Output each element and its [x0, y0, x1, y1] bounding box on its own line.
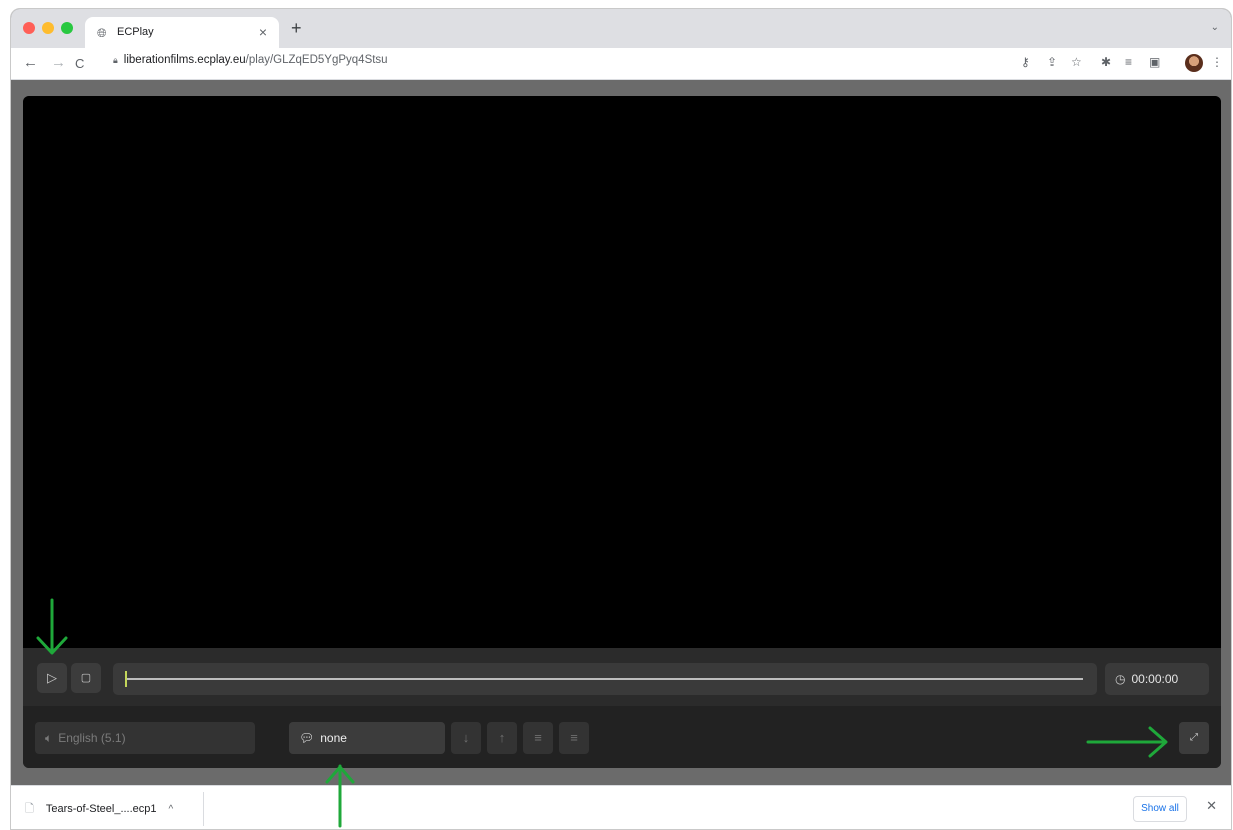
- subtitle-raise-button[interactable]: ≡: [559, 722, 589, 754]
- playback-controls: ▷ ▢ ◷ 00:00:00: [23, 648, 1221, 706]
- stop-button[interactable]: ▢: [71, 663, 101, 693]
- stop-icon: ▢: [80, 672, 92, 684]
- close-window-button[interactable]: [23, 22, 35, 34]
- progress-bar[interactable]: [113, 663, 1097, 695]
- reading-list-icon[interactable]: ≡: [1125, 55, 1132, 69]
- tab-close-button[interactable]: ×: [259, 24, 267, 40]
- subtitle-up-button[interactable]: ↑: [487, 722, 517, 754]
- new-tab-button[interactable]: +: [291, 18, 302, 39]
- page-content: ▷ ▢ ◷ 00:00:00 🔈︎ English (5.1) 💬︎ none …: [11, 80, 1231, 785]
- progress-track: [125, 678, 1083, 680]
- arrow-down-icon: ↓: [462, 730, 470, 745]
- arrow-up-icon: ↑: [498, 730, 506, 745]
- side-panel-icon[interactable]: ▣: [1149, 55, 1160, 69]
- time-display: ◷ 00:00:00: [1105, 663, 1209, 695]
- track-controls: 🔈︎ English (5.1) 💬︎ none ↓ ↑ ≡ ≡ ⤢: [23, 706, 1221, 768]
- show-all-button[interactable]: Show all: [1133, 796, 1187, 822]
- close-download-bar-button[interactable]: ✕: [1206, 798, 1217, 814]
- extensions-icon[interactable]: ✱: [1101, 55, 1111, 69]
- list-down-icon: ≡: [534, 730, 542, 745]
- chevron-up-icon[interactable]: ^: [169, 804, 174, 815]
- video-area[interactable]: [23, 96, 1221, 648]
- download-bar: 🗋 Tears-of-Steel_....ecp1 ^ Show all ✕: [11, 785, 1231, 829]
- progress-handle[interactable]: [125, 671, 127, 687]
- fullscreen-button[interactable]: ⤢: [1179, 722, 1209, 754]
- key-icon[interactable]: ⚷: [1021, 55, 1030, 69]
- tab-ecplay[interactable]: 🌐︎ ECPlay ×: [85, 17, 279, 48]
- share-icon[interactable]: ⇪: [1047, 55, 1057, 69]
- minimize-window-button[interactable]: [42, 22, 54, 34]
- subtitle-lower-button[interactable]: ≡: [523, 722, 553, 754]
- back-button[interactable]: ←: [23, 54, 38, 71]
- subtitle-icon: 💬︎: [299, 731, 315, 745]
- address-bar[interactable]: 🔒︎ liberationfilms.ecplay.eu/play/GLZqED5…: [113, 54, 388, 66]
- subtitle-label: none: [320, 731, 347, 745]
- audio-track-label: English (5.1): [58, 731, 126, 745]
- maximize-window-button[interactable]: [61, 22, 73, 34]
- url-host: liberationfilms.ecplay.eu: [123, 54, 246, 66]
- download-item[interactable]: 🗋 Tears-of-Steel_....ecp1 ^: [25, 800, 173, 819]
- play-icon: ▷: [47, 670, 57, 685]
- time-value: 00:00:00: [1131, 672, 1179, 686]
- download-separator: [203, 792, 204, 826]
- forward-button[interactable]: →: [51, 54, 66, 71]
- speaker-icon: 🔈︎: [45, 731, 53, 745]
- lock-icon: 🔒︎: [113, 55, 118, 65]
- bookmark-star-icon[interactable]: ☆: [1071, 55, 1082, 69]
- tab-title: ECPlay: [117, 26, 154, 38]
- audio-track-select[interactable]: 🔈︎ English (5.1): [35, 722, 255, 754]
- more-menu-icon[interactable]: ⋮: [1211, 55, 1223, 69]
- download-file-name: Tears-of-Steel_....ecp1: [45, 803, 157, 815]
- browser-toolbar: ← → C 🔒︎ liberationfilms.ecplay.eu/play/G…: [11, 48, 1231, 80]
- profile-avatar[interactable]: [1185, 54, 1203, 72]
- fullscreen-icon: ⤢: [1190, 732, 1198, 743]
- reload-button[interactable]: C: [75, 56, 84, 71]
- tab-strip: 🌐︎ ECPlay × + ⌄: [11, 9, 1231, 48]
- file-icon: 🗋: [25, 803, 34, 815]
- subtitle-down-button[interactable]: ↓: [451, 722, 481, 754]
- subtitle-select[interactable]: 💬︎ none: [289, 722, 445, 754]
- url-path: /play/GLZqED5YgPyq4Stsu: [245, 54, 388, 66]
- browser-window: 🌐︎ ECPlay × + ⌄ ← → C 🔒︎ liberationfilms.…: [10, 8, 1232, 830]
- play-button[interactable]: ▷: [37, 663, 67, 693]
- tab-search-button[interactable]: ⌄: [1211, 22, 1219, 33]
- video-player: ▷ ▢ ◷ 00:00:00 🔈︎ English (5.1) 💬︎ none …: [23, 96, 1221, 768]
- list-up-icon: ≡: [570, 730, 578, 745]
- clock-icon: ◷: [1115, 672, 1126, 686]
- globe-icon: 🌐︎: [97, 26, 107, 40]
